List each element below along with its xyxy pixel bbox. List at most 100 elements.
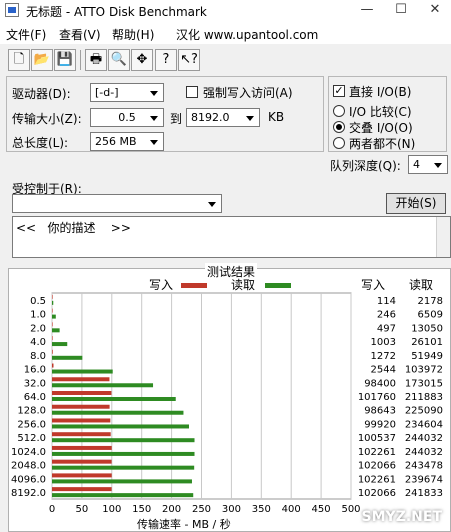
io-compare-label: I/O 比较(C) xyxy=(349,105,412,119)
x-tick-label: 300 xyxy=(222,504,241,515)
chevron-down-icon xyxy=(147,110,161,125)
read-bar xyxy=(52,300,54,305)
transfer-from-value: 0.5 xyxy=(118,111,136,124)
chevron-down-icon xyxy=(243,110,257,125)
read-bar xyxy=(52,328,60,333)
transfer-to-select[interactable]: 8192.0 xyxy=(186,108,260,127)
row-label: 32.0 xyxy=(24,378,46,389)
read-value: 103972 xyxy=(405,365,443,376)
drive-label: 驱动器(D): xyxy=(12,87,71,101)
write-bar xyxy=(52,459,112,464)
write-value: 102066 xyxy=(358,461,396,472)
menu-ad-link[interactable]: 汉化 www.upantool.com xyxy=(176,26,318,43)
start-button[interactable]: 开始(S) xyxy=(386,193,446,214)
drive-select[interactable]: [-d-] xyxy=(90,83,164,102)
read-bar xyxy=(52,397,176,401)
overlap-io-label: 交叠 I/O(O) xyxy=(349,121,413,135)
menu-file[interactable]: 文件(F) xyxy=(6,26,46,43)
new-icon[interactable]: 🗋 xyxy=(8,49,30,71)
read-value: 173015 xyxy=(405,378,443,389)
overlap-io-radio[interactable] xyxy=(333,121,345,133)
title-bar: 无标题 - ATTO Disk Benchmark — ☐ ✕ xyxy=(0,0,451,22)
read-value: 241833 xyxy=(405,488,443,499)
read-bar xyxy=(52,383,154,388)
help-icon[interactable]: ? xyxy=(155,49,177,71)
row-label: 8192.0 xyxy=(11,488,46,499)
chevron-down-icon xyxy=(205,196,219,211)
transfer-size-label: 传输大小(Z): xyxy=(12,112,82,126)
write-value: 2544 xyxy=(371,365,396,376)
row-label: 2048.0 xyxy=(11,461,46,472)
description-scrollbar[interactable] xyxy=(436,217,450,257)
write-value: 1003 xyxy=(371,337,396,348)
write-bar xyxy=(52,363,54,368)
force-write-checkbox[interactable] xyxy=(186,86,198,98)
queue-depth-label: 队列深度(Q): xyxy=(330,159,401,173)
drive-value: [-d-] xyxy=(95,86,119,99)
read-value: 243478 xyxy=(405,461,443,472)
write-value: 246 xyxy=(377,310,396,321)
io-compare-radio[interactable] xyxy=(333,105,345,117)
menu-help[interactable]: 帮助(H) xyxy=(112,26,154,43)
row-label: 256.0 xyxy=(17,419,46,430)
read-value: 2178 xyxy=(418,296,443,307)
read-bar xyxy=(52,424,190,429)
read-bar xyxy=(52,355,83,360)
queue-depth-value: 4 xyxy=(413,158,420,171)
transfer-from-select[interactable]: 0.5 xyxy=(90,108,164,127)
row-label: 4096.0 xyxy=(11,474,46,485)
x-tick-label: 100 xyxy=(102,504,121,515)
maximize-button[interactable]: ☐ xyxy=(386,0,416,22)
read-bar xyxy=(52,465,195,470)
direct-io-label: 直接 I/O(B) xyxy=(349,85,412,99)
move-icon[interactable]: ✥ xyxy=(131,49,153,71)
watermark-text: SMYZ.NET xyxy=(361,509,442,525)
read-bar xyxy=(52,479,192,484)
print-icon[interactable]: 🖶 xyxy=(85,49,107,71)
row-label: 64.0 xyxy=(24,392,46,403)
x-tick-label: 400 xyxy=(282,504,301,515)
save-icon[interactable]: 💾 xyxy=(54,49,76,71)
context-help-icon[interactable]: ↖? xyxy=(178,49,200,71)
read-bar xyxy=(52,451,195,456)
neither-radio[interactable] xyxy=(333,137,345,149)
row-label: 16.0 xyxy=(24,365,46,376)
chevron-down-icon xyxy=(147,85,161,100)
read-bar xyxy=(52,493,194,498)
write-value: 1272 xyxy=(371,351,396,362)
close-button[interactable]: ✕ xyxy=(420,0,450,22)
x-tick-label: 50 xyxy=(76,504,89,515)
row-label: 2.0 xyxy=(30,323,46,334)
write-value: 102261 xyxy=(358,447,396,458)
transfer-rate-chart: 0 50 100 150 200 250 300 350 400 450 500 0.5 114 2178… xyxy=(11,292,443,515)
direct-io-checkbox[interactable]: ✓ xyxy=(333,85,345,97)
write-bar xyxy=(52,377,110,382)
read-value: 51949 xyxy=(411,351,443,362)
controlled-by-select[interactable] xyxy=(12,194,222,213)
x-tick-label: 0 xyxy=(49,504,55,515)
write-value: 100537 xyxy=(358,433,396,444)
description-textarea[interactable]: << 你的描述 >> xyxy=(12,216,451,258)
read-value: 225090 xyxy=(405,406,443,417)
print-preview-icon[interactable]: 🔍 xyxy=(108,49,130,71)
x-tick-label: 450 xyxy=(312,504,331,515)
x-tick-label: 150 xyxy=(132,504,151,515)
row-label: 4.0 xyxy=(30,337,46,348)
toolbar: 🗋 📂 💾 🖶 🔍 ✥ ? ↖? xyxy=(0,46,451,74)
write-bar xyxy=(52,391,112,395)
total-length-select[interactable]: 256 MB xyxy=(90,132,164,151)
x-tick-label: 350 xyxy=(252,504,271,515)
write-bar xyxy=(52,473,112,478)
open-icon[interactable]: 📂 xyxy=(31,49,53,71)
write-bar xyxy=(52,445,112,450)
unit-label: KB xyxy=(268,110,285,124)
queue-depth-select[interactable]: 4 xyxy=(408,155,448,174)
write-value: 114 xyxy=(377,296,396,307)
menu-view[interactable]: 查看(V) xyxy=(59,26,101,43)
read-value: 234604 xyxy=(405,419,443,430)
total-length-value: 256 MB xyxy=(95,135,137,148)
minimize-button[interactable]: — xyxy=(352,0,382,22)
write-value: 102066 xyxy=(358,488,396,499)
write-bar xyxy=(52,432,111,437)
write-bar xyxy=(52,322,53,327)
